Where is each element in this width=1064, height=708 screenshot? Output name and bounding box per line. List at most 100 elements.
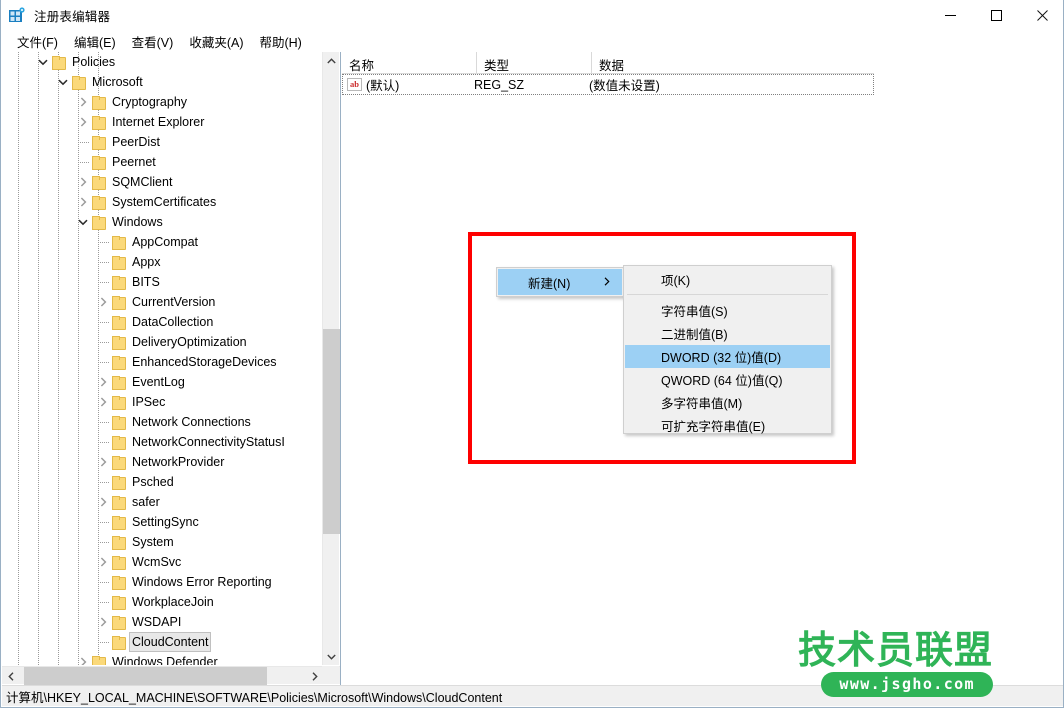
table-row[interactable]: ab (默认) REG_SZ (数值未设置) bbox=[342, 74, 874, 95]
chevron-right-icon[interactable] bbox=[76, 112, 90, 132]
column-header-name[interactable]: 名称 bbox=[342, 52, 477, 74]
chevron-right-icon[interactable] bbox=[96, 612, 110, 632]
minimize-button[interactable] bbox=[927, 0, 973, 31]
folder-icon bbox=[52, 55, 66, 70]
tree-item-workplacejoin[interactable]: WorkplaceJoin bbox=[2, 592, 323, 612]
tree-item-label: WcmSvc bbox=[132, 555, 182, 569]
chevron-right-icon[interactable] bbox=[96, 492, 110, 512]
tree-item-datacollection[interactable]: DataCollection bbox=[2, 312, 323, 332]
tree-item-windows-error-reporting[interactable]: Windows Error Reporting bbox=[2, 572, 323, 592]
chevron-right-icon[interactable] bbox=[96, 292, 110, 312]
column-header-type[interactable]: 类型 bbox=[477, 52, 592, 74]
registry-tree[interactable]: Policies Microsoft Cryptography Internet Ex… bbox=[2, 52, 323, 665]
chevron-right-icon[interactable] bbox=[76, 652, 90, 665]
folder-icon bbox=[112, 315, 126, 330]
context-menu-item-new[interactable]: 新建(N) bbox=[498, 269, 622, 295]
close-button[interactable] bbox=[1019, 0, 1063, 31]
tree-item-wcmsvc[interactable]: WcmSvc bbox=[2, 552, 323, 572]
tree-item-systemcertificates[interactable]: SystemCertificates bbox=[2, 192, 323, 212]
chevron-down-icon[interactable] bbox=[36, 52, 50, 72]
chevron-right-icon[interactable] bbox=[96, 372, 110, 392]
submenu-item-1[interactable]: 字符串值(S) bbox=[625, 299, 830, 322]
chevron-right-icon[interactable] bbox=[96, 452, 110, 472]
context-menu: 新建(N) bbox=[496, 267, 624, 297]
tree-item-wsdapi[interactable]: WSDAPI bbox=[2, 612, 323, 632]
tree-hscroll-thumb[interactable] bbox=[24, 667, 267, 685]
status-bar: 计算机\HKEY_LOCAL_MACHINE\SOFTWARE\Policies… bbox=[2, 685, 1063, 706]
folder-icon bbox=[72, 75, 86, 90]
tree-item-enhancedstoragedevices[interactable]: EnhancedStorageDevices bbox=[2, 352, 323, 372]
folder-icon bbox=[112, 615, 126, 630]
chevron-down-icon[interactable] bbox=[56, 72, 70, 92]
tree-item-internet-explorer[interactable]: Internet Explorer bbox=[2, 112, 323, 132]
folder-icon bbox=[92, 655, 106, 665]
chevron-right-icon[interactable] bbox=[76, 92, 90, 112]
scroll-up-icon[interactable] bbox=[323, 52, 340, 69]
menu-edit[interactable]: 编辑(E) bbox=[66, 30, 124, 54]
tree-item-microsoft[interactable]: Microsoft bbox=[2, 72, 323, 92]
tree-item-settingsync[interactable]: SettingSync bbox=[2, 512, 323, 532]
tree-item-label: CurrentVersion bbox=[132, 295, 216, 309]
scroll-left-icon[interactable] bbox=[2, 667, 20, 685]
tree-item-networkconnectivitystatusi[interactable]: NetworkConnectivityStatusI bbox=[2, 432, 323, 452]
tree-item-system[interactable]: System bbox=[2, 532, 323, 552]
submenu-item-4[interactable]: QWORD (64 位)值(Q) bbox=[625, 368, 830, 391]
tree-item-network-connections[interactable]: Network Connections bbox=[2, 412, 323, 432]
tree-item-cloudcontent[interactable]: CloudContent bbox=[2, 632, 323, 652]
registry-editor-window: 注册表编辑器 文件(F) 编辑(E) 查看(V) 收藏夹(A) 帮助(H) Po… bbox=[0, 0, 1064, 708]
chevron-right-icon[interactable] bbox=[96, 552, 110, 572]
tree-item-cryptography[interactable]: Cryptography bbox=[2, 92, 323, 112]
context-submenu: 项(K) 字符串值(S) 二进制值(B) DWORD (32 位)值(D) QWORD … bbox=[623, 265, 832, 434]
folder-icon bbox=[112, 575, 126, 590]
menu-help[interactable]: 帮助(H) bbox=[251, 30, 309, 54]
tree-item-currentversion[interactable]: CurrentVersion bbox=[2, 292, 323, 312]
tree-item-eventlog[interactable]: EventLog bbox=[2, 372, 323, 392]
tree-vertical-scrollbar[interactable] bbox=[322, 52, 340, 665]
tree-item-networkprovider[interactable]: NetworkProvider bbox=[2, 452, 323, 472]
tree-item-label: WorkplaceJoin bbox=[132, 595, 214, 609]
tree-item-label: SQMClient bbox=[112, 175, 173, 189]
maximize-button[interactable] bbox=[973, 0, 1019, 31]
submenu-item-2[interactable]: 二进制值(B) bbox=[625, 322, 830, 345]
submenu-item-0[interactable]: 项(K) bbox=[625, 268, 830, 291]
window-controls bbox=[927, 0, 1063, 31]
submenu-item-3[interactable]: DWORD (32 位)值(D) bbox=[625, 345, 830, 368]
folder-icon bbox=[112, 535, 126, 550]
tree-item-peerdist[interactable]: PeerDist bbox=[2, 132, 323, 152]
menu-view[interactable]: 查看(V) bbox=[124, 30, 182, 54]
folder-icon bbox=[112, 555, 126, 570]
scroll-down-icon[interactable] bbox=[323, 648, 340, 665]
tree-item-ipsec[interactable]: IPSec bbox=[2, 392, 323, 412]
submenu-item-6[interactable]: 可扩充字符串值(E) bbox=[625, 414, 830, 437]
submenu-item-label: 可扩充字符串值(E) bbox=[661, 420, 766, 434]
folder-icon bbox=[112, 395, 126, 410]
menu-file[interactable]: 文件(F) bbox=[9, 30, 66, 54]
chevron-down-icon[interactable] bbox=[76, 212, 90, 232]
tree-item-label: NetworkProvider bbox=[132, 455, 225, 469]
tree-item-bits[interactable]: BITS bbox=[2, 272, 323, 292]
tree-item-policies[interactable]: Policies bbox=[2, 52, 323, 72]
tree-item-peernet[interactable]: Peernet bbox=[2, 152, 323, 172]
tree-vscroll-thumb[interactable] bbox=[323, 329, 340, 534]
tree-item-windows[interactable]: Windows bbox=[2, 212, 323, 232]
chevron-right-icon[interactable] bbox=[76, 172, 90, 192]
tree-item-appcompat[interactable]: AppCompat bbox=[2, 232, 323, 252]
submenu-item-5[interactable]: 多字符串值(M) bbox=[625, 391, 830, 414]
tree-horizontal-scrollbar[interactable] bbox=[2, 666, 340, 685]
folder-icon bbox=[112, 435, 126, 450]
tree-item-safer[interactable]: safer bbox=[2, 492, 323, 512]
tree-item-sqmclient[interactable]: SQMClient bbox=[2, 172, 323, 192]
folder-icon bbox=[112, 635, 126, 650]
value-name: (默认) bbox=[366, 79, 400, 93]
menu-separator bbox=[627, 294, 828, 295]
values-column-header: 名称 类型 数据 bbox=[342, 52, 874, 74]
folder-icon bbox=[112, 375, 126, 390]
tree-item-deliveryoptimization[interactable]: DeliveryOptimization bbox=[2, 332, 323, 352]
chevron-right-icon[interactable] bbox=[96, 392, 110, 412]
tree-item-windows-defender[interactable]: Windows Defender bbox=[2, 652, 323, 665]
menu-favorites[interactable]: 收藏夹(A) bbox=[181, 30, 251, 54]
tree-item-psched[interactable]: Psched bbox=[2, 472, 323, 492]
tree-item-appx[interactable]: Appx bbox=[2, 252, 323, 272]
chevron-right-icon[interactable] bbox=[76, 192, 90, 212]
column-header-data[interactable]: 数据 bbox=[592, 52, 874, 74]
